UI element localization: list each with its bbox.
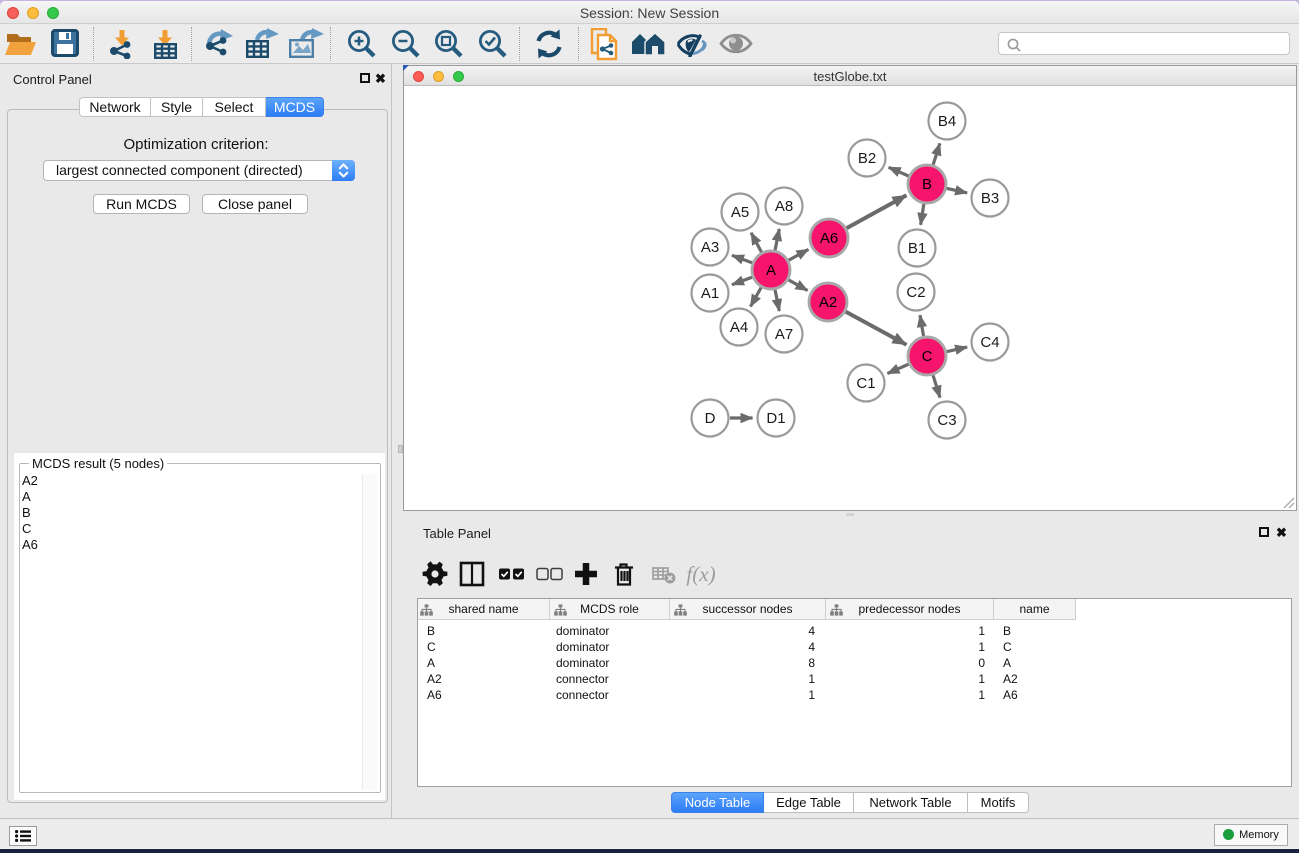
svg-text:A: A [766,262,776,279]
svg-text:B: B [922,176,932,193]
svg-text:A7: A7 [775,326,793,343]
svg-text:C4: C4 [980,334,999,351]
svg-text:D: D [705,410,716,427]
svg-text:B3: B3 [981,190,999,207]
svg-text:B1: B1 [908,240,926,257]
svg-text:C1: C1 [856,375,875,392]
svg-text:B2: B2 [858,150,876,167]
svg-text:A4: A4 [730,319,748,336]
svg-text:A2: A2 [819,294,837,311]
svg-text:A3: A3 [701,239,719,256]
svg-text:C: C [922,348,933,365]
svg-text:B4: B4 [938,113,956,130]
svg-text:f(x): f(x) [686,562,715,586]
svg-text:A5: A5 [731,204,749,221]
svg-text:A6: A6 [820,230,838,247]
svg-text:C3: C3 [937,412,956,429]
svg-text:C2: C2 [906,284,925,301]
svg-text:A1: A1 [701,285,719,302]
svg-text:A8: A8 [775,198,793,215]
svg-text:D1: D1 [766,410,785,427]
